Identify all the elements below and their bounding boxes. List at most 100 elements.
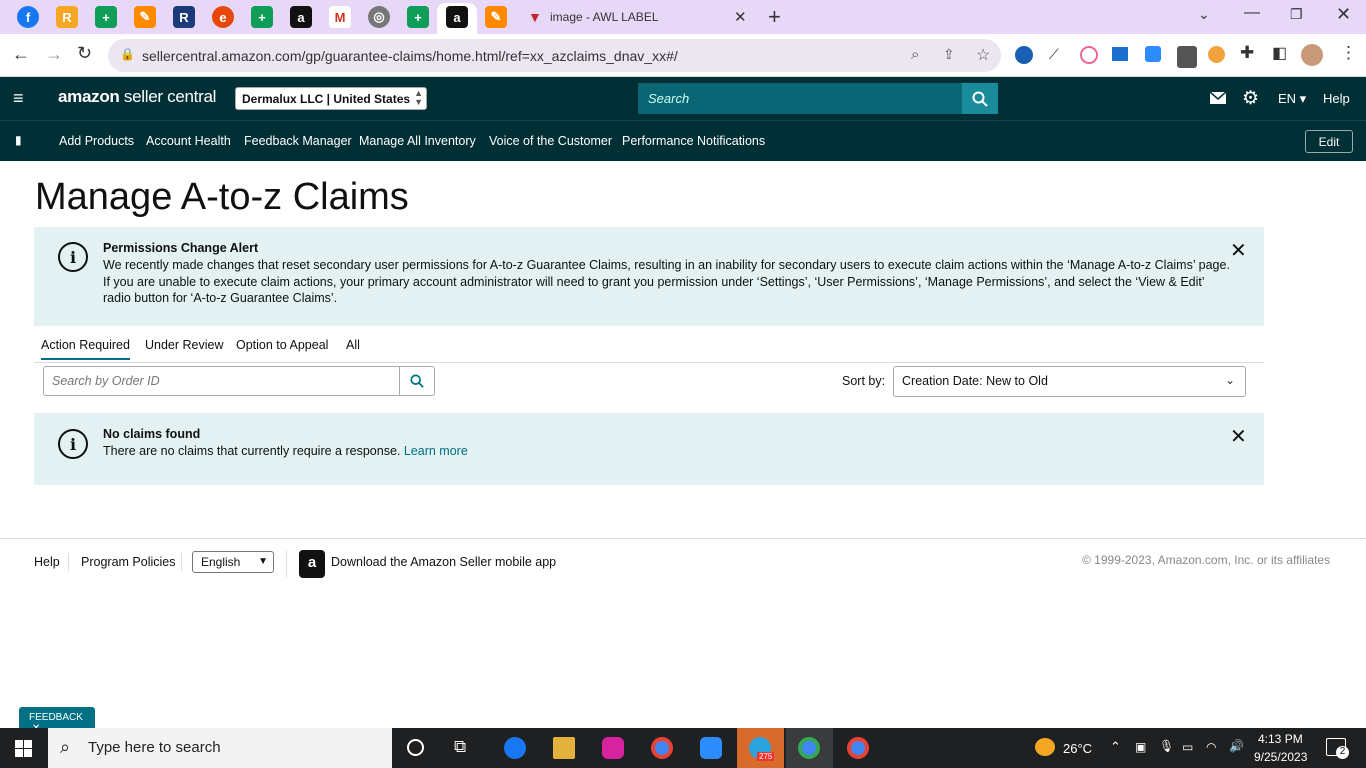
account-switcher[interactable]: Dermalux LLC | United States ▲ ▼ — [235, 87, 427, 110]
tab-under-review[interactable]: Under Review — [145, 338, 224, 352]
new-tab-icon[interactable]: + — [768, 4, 781, 30]
taskbar-search-input[interactable]: Type here to search — [48, 728, 392, 768]
nav-performance-notifications[interactable]: Performance Notifications — [622, 134, 765, 148]
extension-off-icon[interactable] — [1177, 46, 1197, 68]
logo-amazon-text: amazon — [58, 87, 120, 106]
clock-time[interactable]: 4:13 PM — [1258, 732, 1303, 746]
pen-tab-icon-2[interactable]: ✎ — [485, 6, 507, 28]
fba-extension-icon[interactable] — [1112, 47, 1128, 61]
weather-icon[interactable] — [1035, 738, 1055, 756]
header-help-link[interactable]: Help — [1323, 91, 1350, 106]
order-id-search-input[interactable]: Search by Order ID — [43, 366, 400, 396]
info-icon: i — [58, 242, 88, 272]
weather-temperature[interactable]: 26°C — [1063, 741, 1092, 756]
back-icon[interactable]: ← — [12, 44, 30, 65]
extension-1-icon[interactable] — [1015, 46, 1033, 64]
file-explorer-icon[interactable] — [553, 737, 575, 759]
telegram-taskbar-button[interactable]: 275 — [737, 728, 784, 768]
chrome-taskbar-icon[interactable] — [651, 737, 673, 759]
header-search-input[interactable]: Search — [638, 83, 962, 114]
extension-3-icon[interactable] — [1080, 46, 1098, 64]
reload-icon[interactable]: ↻ — [77, 43, 92, 64]
tray-chevron-up-icon[interactable]: ⌃ — [1110, 739, 1121, 755]
footer-language-select[interactable]: English ▼ — [192, 551, 274, 573]
extension-7-icon[interactable] — [1208, 46, 1225, 63]
r-tab-icon[interactable]: R — [56, 6, 78, 28]
language-code: EN — [1278, 91, 1297, 106]
address-bar[interactable]: 🔒 sellercentral.amazon.com/gp/guarantee-… — [108, 39, 1001, 72]
browser-menu-icon[interactable]: ⋮ — [1340, 43, 1357, 63]
amazon-app-icon[interactable]: a — [299, 550, 325, 578]
task-view-icon[interactable]: ⧉ — [454, 737, 466, 757]
footer-program-policies-link[interactable]: Program Policies — [81, 555, 175, 569]
edit-nav-button[interactable]: Edit — [1305, 130, 1353, 153]
sheets-tab-icon[interactable]: + — [95, 6, 117, 28]
profile-avatar[interactable] — [1301, 44, 1323, 66]
side-panel-icon[interactable]: ◧ — [1272, 43, 1287, 63]
awl-label-tab[interactable]: ▼ image - AWL LABEL ✕ — [522, 0, 754, 34]
chrome-taskbar-icon-2[interactable] — [847, 737, 869, 759]
close-alert-icon[interactable]: ✕ — [1230, 238, 1247, 263]
zoom-icon[interactable]: ⌕ — [911, 46, 919, 63]
globe-tab-icon[interactable]: ◎ — [368, 6, 390, 28]
bookmark-icon[interactable]: ▮ — [15, 133, 22, 147]
sheets-tab-icon-3[interactable]: + — [407, 6, 429, 28]
cortana-icon[interactable] — [407, 739, 424, 756]
nav-voice-of-the-customer[interactable]: Voice of the Customer — [489, 134, 612, 148]
sort-select[interactable]: Creation Date: New to Old ⌄ — [893, 366, 1246, 397]
alert-body: We recently made changes that reset seco… — [103, 258, 1230, 305]
chrome-profile-taskbar-button[interactable] — [786, 728, 833, 768]
sheets-tab-icon-2[interactable]: + — [251, 6, 273, 28]
mail-icon[interactable] — [1210, 92, 1226, 104]
minimize-icon[interactable]: — — [1244, 4, 1260, 22]
restore-icon[interactable]: ❐ — [1290, 6, 1303, 23]
rs-tab-icon[interactable]: R — [173, 6, 195, 28]
close-no-claims-icon[interactable]: ✕ — [1230, 424, 1247, 449]
extension-5-icon[interactable] — [1145, 46, 1161, 62]
seller-central-logo[interactable]: amazon seller central — [58, 87, 216, 107]
zoom-taskbar-icon[interactable] — [700, 737, 722, 759]
meet-now-icon[interactable]: ▣ — [1135, 740, 1146, 754]
footer-help-link[interactable]: Help — [34, 555, 60, 569]
close-tab-icon[interactable]: ✕ — [734, 8, 747, 26]
language-selector[interactable]: EN ▾ — [1278, 91, 1306, 107]
tab-search-chevron-icon[interactable]: ⌄ — [1198, 6, 1210, 23]
active-tab[interactable]: a — [437, 3, 477, 34]
feedback-button[interactable]: FEEDBACK ✕ — [19, 707, 95, 734]
close-window-icon[interactable]: ✕ — [1336, 4, 1351, 25]
tab-option-to-appeal[interactable]: Option to Appeal — [236, 338, 328, 352]
header-search-button[interactable] — [962, 83, 998, 114]
volume-icon[interactable]: 🔊 — [1229, 739, 1244, 753]
hamburger-menu-icon[interactable]: ≡ — [13, 88, 24, 109]
lock-icon[interactable]: 🔒 — [120, 47, 135, 61]
order-search-button[interactable] — [399, 366, 435, 396]
nav-add-products[interactable]: Add Products — [59, 134, 134, 148]
nav-feedback-manager[interactable]: Feedback Manager — [244, 134, 352, 148]
clock-date[interactable]: 9/25/2023 — [1254, 750, 1307, 764]
facebook-tab-icon[interactable]: f — [17, 6, 39, 28]
battery-icon[interactable]: ▭ — [1182, 740, 1193, 754]
extensions-puzzle-icon[interactable]: ✚ — [1240, 43, 1254, 63]
seller-central-header: ≡ amazon seller central Dermalux LLC | U… — [0, 77, 1366, 120]
download-app-link[interactable]: Download the Amazon Seller mobile app — [331, 555, 556, 569]
wifi-icon[interactable]: ◠ — [1206, 740, 1216, 754]
footer-separator — [181, 553, 182, 571]
tab-action-required[interactable]: Action Required — [41, 338, 130, 360]
extension-2-icon[interactable]: ⟋ — [1049, 46, 1063, 64]
microphone-icon[interactable]: 🎙 — [1159, 739, 1174, 753]
tab-all[interactable]: All — [346, 338, 360, 352]
bookmark-star-icon[interactable]: ☆ — [976, 45, 990, 65]
pen-tab-icon[interactable]: ✎ — [134, 6, 156, 28]
amazon-tab-icon[interactable]: a — [290, 6, 312, 28]
windows-start-icon[interactable] — [15, 740, 32, 757]
facebook-taskbar-icon[interactable] — [504, 737, 526, 759]
instagram-taskbar-icon[interactable] — [602, 737, 624, 759]
learn-more-link[interactable]: Learn more — [404, 444, 468, 458]
gmail-tab-icon[interactable]: M — [329, 6, 351, 28]
forward-icon[interactable]: → — [45, 44, 63, 65]
nav-account-health[interactable]: Account Health — [146, 134, 231, 148]
settings-gear-icon[interactable]: ⚙ — [1242, 87, 1259, 110]
nav-manage-all-inventory[interactable]: Manage All Inventory — [359, 134, 476, 148]
e-tab-icon[interactable]: e — [212, 6, 234, 28]
share-icon[interactable]: ⇪ — [943, 46, 955, 63]
